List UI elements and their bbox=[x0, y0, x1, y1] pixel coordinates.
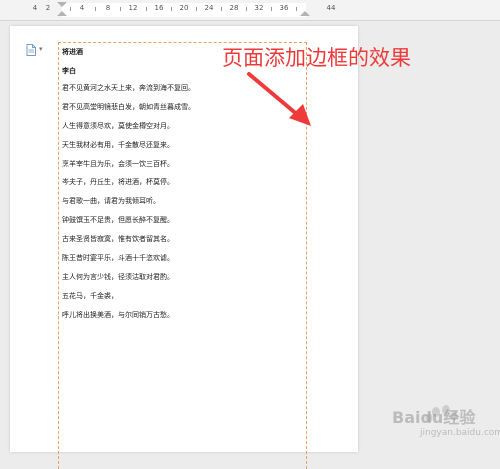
chevron-down-icon[interactable]: ▾ bbox=[39, 45, 43, 53]
first-line-indent-marker[interactable] bbox=[57, 2, 67, 7]
watermark-subtext: jingyan.baidu.com bbox=[420, 428, 500, 438]
ruler-tick-mark bbox=[70, 7, 71, 11]
poem-line: 钟鼓馔玉不足贵，但愿长醉不复醒。 bbox=[62, 216, 174, 225]
ruler-tick-mark bbox=[196, 7, 197, 11]
poem-line: 岑夫子，丹丘生，将进酒，杯莫停。 bbox=[62, 178, 174, 187]
ruler-tick-label: 24 bbox=[204, 4, 214, 12]
poem-line: 陈王昔时宴平乐，斗酒十千恣欢谑。 bbox=[62, 254, 174, 263]
annotation-caption: 页面添加边框的效果 bbox=[222, 46, 411, 70]
poem-line: 五花马，千金裘， bbox=[62, 291, 118, 300]
poem-line: 天生我材必有用，千金散尽还复来。 bbox=[62, 140, 174, 149]
ruler-tick-mark bbox=[221, 7, 222, 11]
horizontal-ruler[interactable]: 4 2 4 8 12 16 20 24 28 32 36 44 bbox=[0, 0, 500, 21]
poem-line: 主人何为言少钱，径须沽取对君酌。 bbox=[62, 272, 174, 281]
ruler-tick-mark bbox=[271, 7, 272, 11]
poem-line: 与君歌一曲，请君为我倾耳听。 bbox=[62, 197, 160, 206]
ruler-tick-mark bbox=[95, 7, 96, 11]
poem-line: 烹羊宰牛且为乐，会须一饮三百杯。 bbox=[62, 159, 174, 168]
ruler-tick-label: 16 bbox=[154, 4, 164, 12]
ruler-tick-label: 28 bbox=[229, 4, 239, 12]
ruler-tick-label: 4 bbox=[79, 4, 85, 12]
ruler-tick-label: 2 bbox=[45, 4, 51, 12]
ruler-tick-mark bbox=[296, 7, 297, 11]
ruler-tick-label: 44 bbox=[326, 4, 336, 12]
ruler-tick-label: 8 bbox=[105, 4, 111, 12]
ruler-tick-label: 20 bbox=[179, 4, 189, 12]
ruler-tick-mark bbox=[120, 7, 121, 11]
document-icon[interactable] bbox=[26, 44, 36, 56]
poem-line: 古来圣贤皆寂寞，惟有饮者留其名。 bbox=[62, 235, 174, 244]
left-indent-marker[interactable] bbox=[57, 11, 67, 16]
watermark-text: Baidu经验 bbox=[392, 408, 476, 427]
right-indent-marker[interactable] bbox=[300, 11, 310, 16]
ruler-tick-mark bbox=[171, 7, 172, 11]
ruler-tick-label: 12 bbox=[128, 4, 138, 12]
ruler-tick-label: 32 bbox=[254, 4, 264, 12]
ruler-tick-mark bbox=[246, 7, 247, 11]
ruler-tick-label: 4 bbox=[32, 4, 38, 12]
poem-line: 呼儿将出换美酒，与尔同销万古愁。 bbox=[62, 310, 174, 319]
ruler-tick-mark bbox=[146, 7, 147, 11]
annotation-arrow-icon bbox=[247, 72, 311, 126]
ruler-tick-label: 36 bbox=[279, 4, 289, 12]
